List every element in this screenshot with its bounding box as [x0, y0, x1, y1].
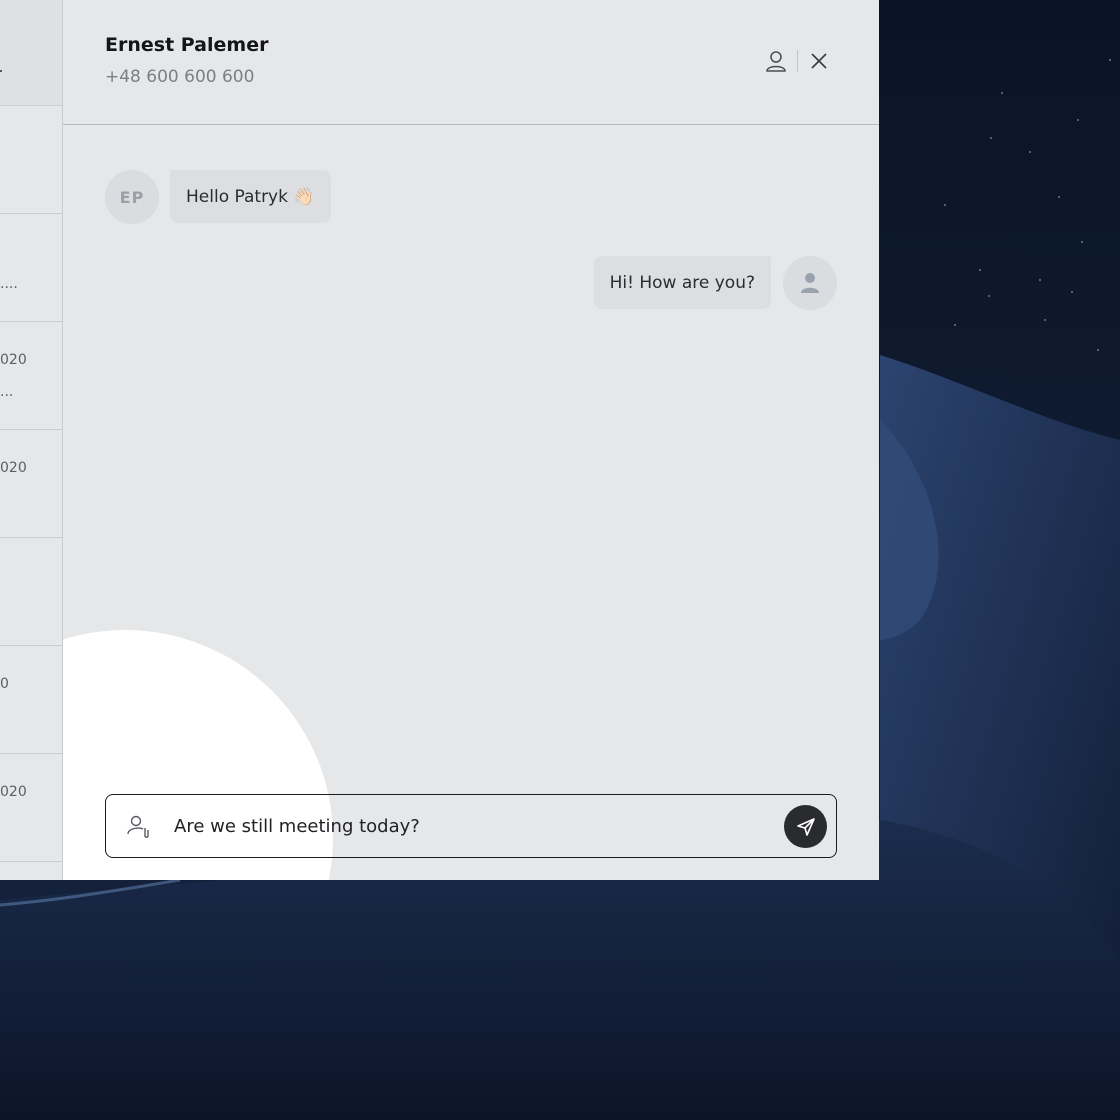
conversation-row[interactable]: 020 — [0, 430, 62, 538]
message-input[interactable] — [174, 815, 734, 837]
message-bubble-outgoing: Hi! How are you? — [593, 256, 771, 309]
conversation-row[interactable] — [0, 106, 62, 214]
conversation-date: 020 — [0, 784, 27, 800]
contact-name: Ernest Palemer — [105, 34, 269, 56]
close-icon[interactable] — [806, 48, 832, 74]
header-actions — [763, 48, 832, 74]
conversation-list: .... 020 ... 020 0 020 — [0, 0, 63, 880]
avatar — [783, 256, 837, 310]
avatar-initials: EP — [119, 187, 145, 207]
conversation-list-header — [0, 0, 62, 106]
conversation-preview: ... — [0, 384, 14, 400]
user-attach-icon[interactable] — [126, 813, 152, 839]
conversation-date: 0 — [0, 676, 9, 692]
conversation-row[interactable]: .... — [0, 214, 62, 322]
chat-header: Ernest Palemer +48 600 600 600 — [63, 0, 879, 125]
send-button[interactable] — [784, 805, 827, 848]
user-icon[interactable] — [763, 48, 789, 74]
message-composer — [105, 794, 837, 858]
header-ellipsis — [0, 70, 2, 72]
conversation-row[interactable]: 020 — [0, 754, 62, 862]
conversation-row[interactable]: 0 — [0, 646, 62, 754]
avatar: EP — [105, 170, 159, 224]
header-divider — [797, 50, 798, 72]
contact-phone: +48 600 600 600 — [105, 67, 255, 87]
conversation-preview: .... — [0, 276, 18, 292]
message-bubble-incoming: Hello Patryk 👋🏻 — [170, 170, 331, 223]
user-silhouette-icon — [801, 273, 819, 293]
conversation-row[interactable]: 020 ... — [0, 322, 62, 430]
conversation-row[interactable] — [0, 538, 62, 646]
send-icon — [796, 817, 815, 836]
chat-panel: Ernest Palemer +48 600 600 600 EP Hello — [63, 0, 879, 880]
conversation-date: 020 — [0, 460, 27, 476]
conversation-date: 020 — [0, 352, 27, 368]
